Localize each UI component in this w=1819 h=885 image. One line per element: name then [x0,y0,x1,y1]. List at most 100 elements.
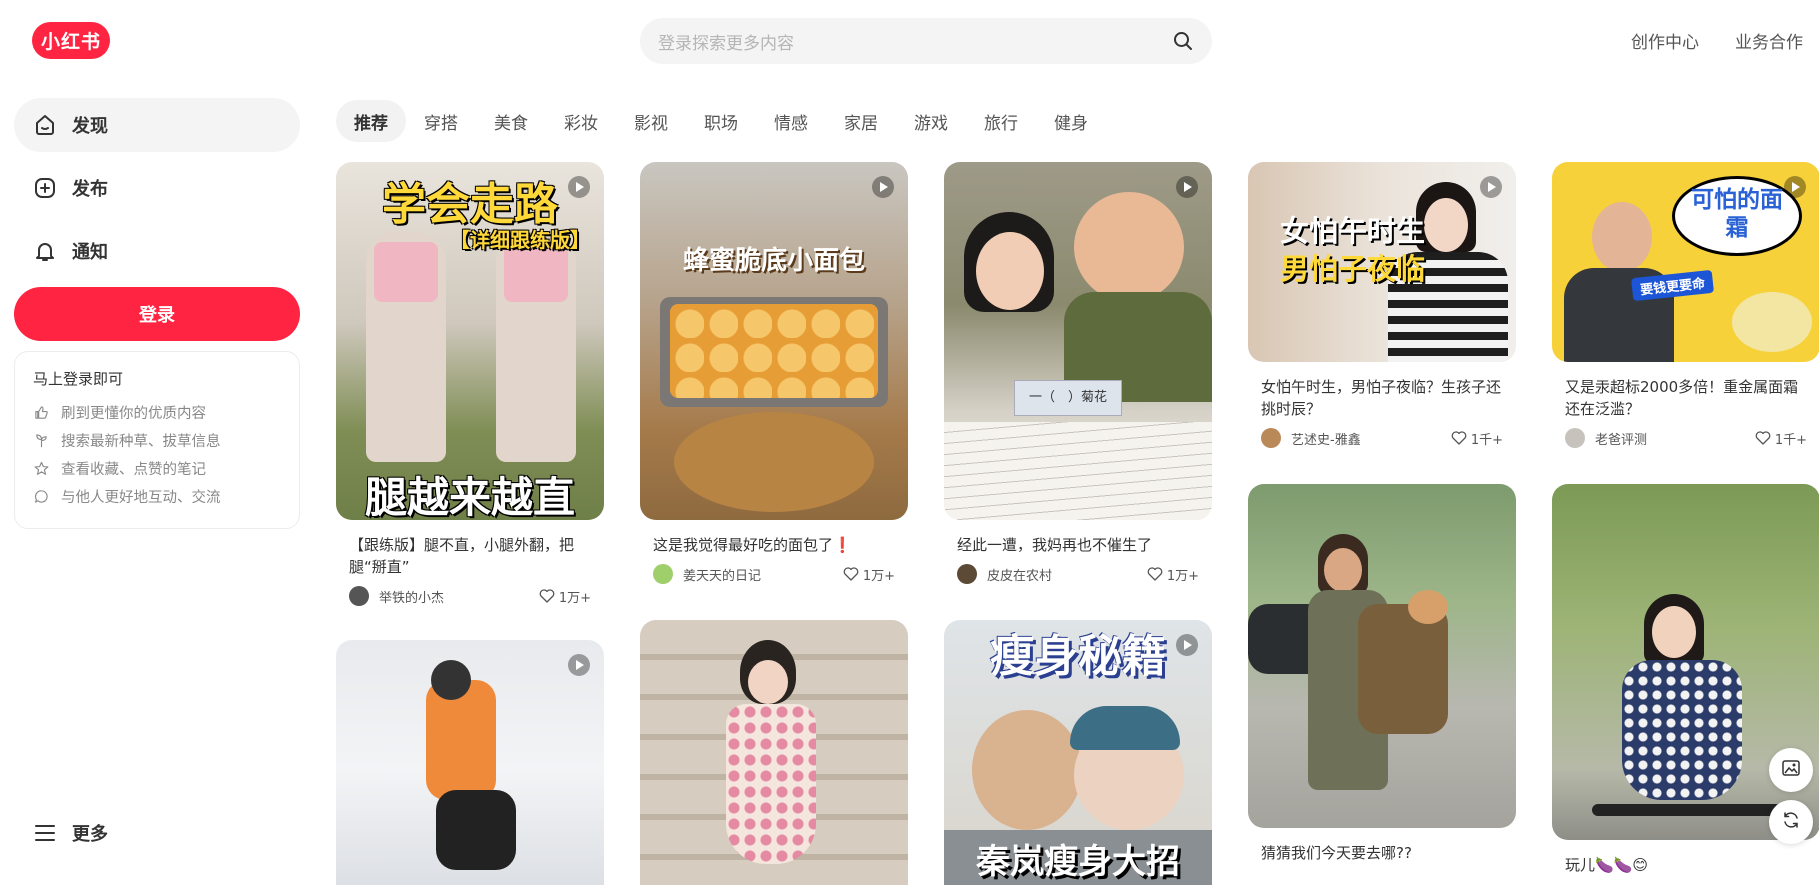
author-name[interactable]: 姜天天的日记 [683,565,843,584]
perk-item: 刷到更懂你的优质内容 [33,398,281,426]
note-cover-image[interactable]: 一（ ）菊花 [944,162,1212,520]
like-button[interactable]: 1万+ [843,565,895,584]
cover-text: 腿越来越直 [364,473,575,520]
perk-item: 查看收藏、点赞的笔记 [33,454,281,482]
note-cover-image[interactable]: 可怕的面霜 要钱更要命 [1552,162,1819,362]
cover-buns [670,304,878,398]
perk-text: 查看收藏、点赞的笔记 [61,461,206,478]
logo[interactable]: 小红书 [32,22,110,59]
tab-travel[interactable]: 旅行 [966,100,1036,142]
cover-figure [436,790,516,870]
author-name[interactable]: 皮皮在农村 [987,565,1147,584]
like-button[interactable]: 1千+ [1755,429,1807,448]
note-meta: 皮皮在农村 1万+ [944,556,1212,584]
perk-text: 搜索最新种草、拔草信息 [61,433,221,450]
tab-career[interactable]: 职场 [686,100,756,142]
cover-text: 学会走路 [382,179,558,230]
plus-square-icon [32,175,58,201]
tab-emotion[interactable]: 情感 [756,100,826,142]
note-cover-image[interactable]: 学会走路 【详细跟练版】 腿越来越直 [336,162,604,520]
avatar[interactable] [653,564,673,584]
perk-text: 刷到更懂你的优质内容 [61,405,206,422]
creator-center-link[interactable]: 创作中心 [1631,28,1699,53]
tab-outfit[interactable]: 穿搭 [406,100,476,142]
note-title[interactable]: 这是我觉得最好吃的面包了❗ [640,520,908,556]
perk-item: 搜索最新种草、拔草信息 [33,426,281,454]
note-card[interactable]: 瘦身秘籍 秦岚瘦身大招 [944,620,1212,885]
cover-backpack [1358,604,1448,734]
cover-card: 一（ ）菊花 [1014,380,1122,416]
play-icon [568,654,590,676]
note-cover-image[interactable] [336,640,604,885]
search-icon[interactable] [1172,30,1194,52]
tab-food[interactable]: 美食 [476,100,546,142]
note-card[interactable]: 蜂蜜脆底小面包 这是我觉得最好吃的面包了❗ 姜天天的日记 1万+ [640,162,908,584]
cover-figure [1424,198,1468,252]
note-card[interactable] [336,640,604,885]
thumbs-up-icon [33,404,49,420]
heart-icon [539,589,555,603]
avatar[interactable] [957,564,977,584]
avatar[interactable] [1565,428,1585,448]
cover-dress [726,704,816,864]
sidebar-item-discover[interactable]: 发现 [14,98,300,152]
cover-figure [748,660,788,704]
note-card[interactable]: 女怕午时生 男怕子夜临 女怕午时生，男怕子夜临？生孩子还挑时辰？ 艺述史-雅鑫 … [1248,162,1516,448]
note-cover-image[interactable]: 女怕午时生 男怕子夜临 [1248,162,1516,362]
tab-home[interactable]: 家居 [826,100,896,142]
search-input[interactable]: 登录探索更多内容 [658,29,1172,54]
note-title[interactable]: 又是汞超标2000多倍！重金属面霜还在泛滥？ [1552,362,1819,420]
note-title[interactable]: 经此一遭，我妈再也不催生了 [944,520,1212,556]
sprout-icon [33,432,49,448]
note-card[interactable]: 学会走路 【详细跟练版】 腿越来越直 【跟练版】腿不直，小腿外翻，把腿“掰直” … [336,162,604,606]
heart-icon [1755,431,1771,445]
note-cover-image[interactable] [640,620,908,885]
note-title[interactable]: 女怕午时生，男怕子夜临？生孩子还挑时辰？ [1248,362,1516,420]
refresh-button[interactable] [1769,800,1813,844]
sidebar-item-notifications[interactable]: 通知 [14,224,300,278]
cover-text: 蜂蜜脆底小面包 [682,246,865,276]
login-button[interactable]: 登录 [14,287,300,341]
note-cover-image[interactable]: 蜂蜜脆底小面包 [640,162,908,520]
tab-makeup[interactable]: 彩妆 [546,100,616,142]
sidebar-item-label: 发现 [72,116,108,137]
cover-board [674,412,874,512]
tab-film[interactable]: 影视 [616,100,686,142]
avatar[interactable] [1261,428,1281,448]
note-cover-image[interactable] [1248,484,1516,828]
tab-fitness[interactable]: 健身 [1036,100,1106,142]
like-button[interactable]: 1千+ [1451,429,1503,448]
search-bar[interactable]: 登录探索更多内容 [640,18,1212,64]
image-mode-button[interactable] [1769,748,1813,792]
like-count: 1千+ [1774,432,1807,448]
play-icon [872,176,894,198]
author-name[interactable]: 举铁的小杰 [379,587,539,606]
note-title[interactable]: 【跟练版】腿不直，小腿外翻，把腿“掰直” [336,520,604,578]
note-title[interactable]: 猜猜我们今天要去哪?? [1248,828,1516,864]
like-button[interactable]: 1万+ [1147,565,1199,584]
author-name[interactable]: 老爸评测 [1595,429,1755,448]
tab-games[interactable]: 游戏 [896,100,966,142]
note-meta: 举铁的小杰 1万+ [336,578,604,606]
tab-recommend[interactable]: 推荐 [336,100,406,142]
avatar[interactable] [349,586,369,606]
note-title[interactable]: 玩儿🍆🍆😊 [1552,840,1819,876]
sidebar-item-publish[interactable]: 发布 [14,161,300,215]
page: 小红书 登录探索更多内容 创作中心 业务合作 发现 发布 通知 登录 马上登录即… [0,0,1819,885]
channel-tabs: 推荐 穿搭 美食 彩妆 影视 职场 情感 家居 游戏 旅行 健身 [336,100,1106,142]
author-name[interactable]: 艺述史-雅鑫 [1291,429,1451,448]
sidebar-item-label: 通知 [72,242,108,263]
cover-cap [1070,706,1180,750]
note-card[interactable] [640,620,908,885]
note-cover-image[interactable]: 瘦身秘籍 秦岚瘦身大招 [944,620,1212,885]
note-card[interactable]: 可怕的面霜 要钱更要命 又是汞超标2000多倍！重金属面霜还在泛滥？ 老爸评测 … [1552,162,1819,448]
sidebar-item-label: 发布 [72,179,108,200]
heart-icon [1451,431,1467,445]
note-card[interactable]: 猜猜我们今天要去哪?? [1248,484,1516,864]
cover-text: 秦岚瘦身大招 [976,842,1180,882]
heart-icon [843,567,859,581]
business-link[interactable]: 业务合作 [1735,28,1803,53]
sidebar-more[interactable]: 更多 [14,806,300,860]
like-button[interactable]: 1万+ [539,587,591,606]
note-card[interactable]: 一（ ）菊花 经此一遭，我妈再也不催生了 皮皮在农村 1万+ [944,162,1212,584]
